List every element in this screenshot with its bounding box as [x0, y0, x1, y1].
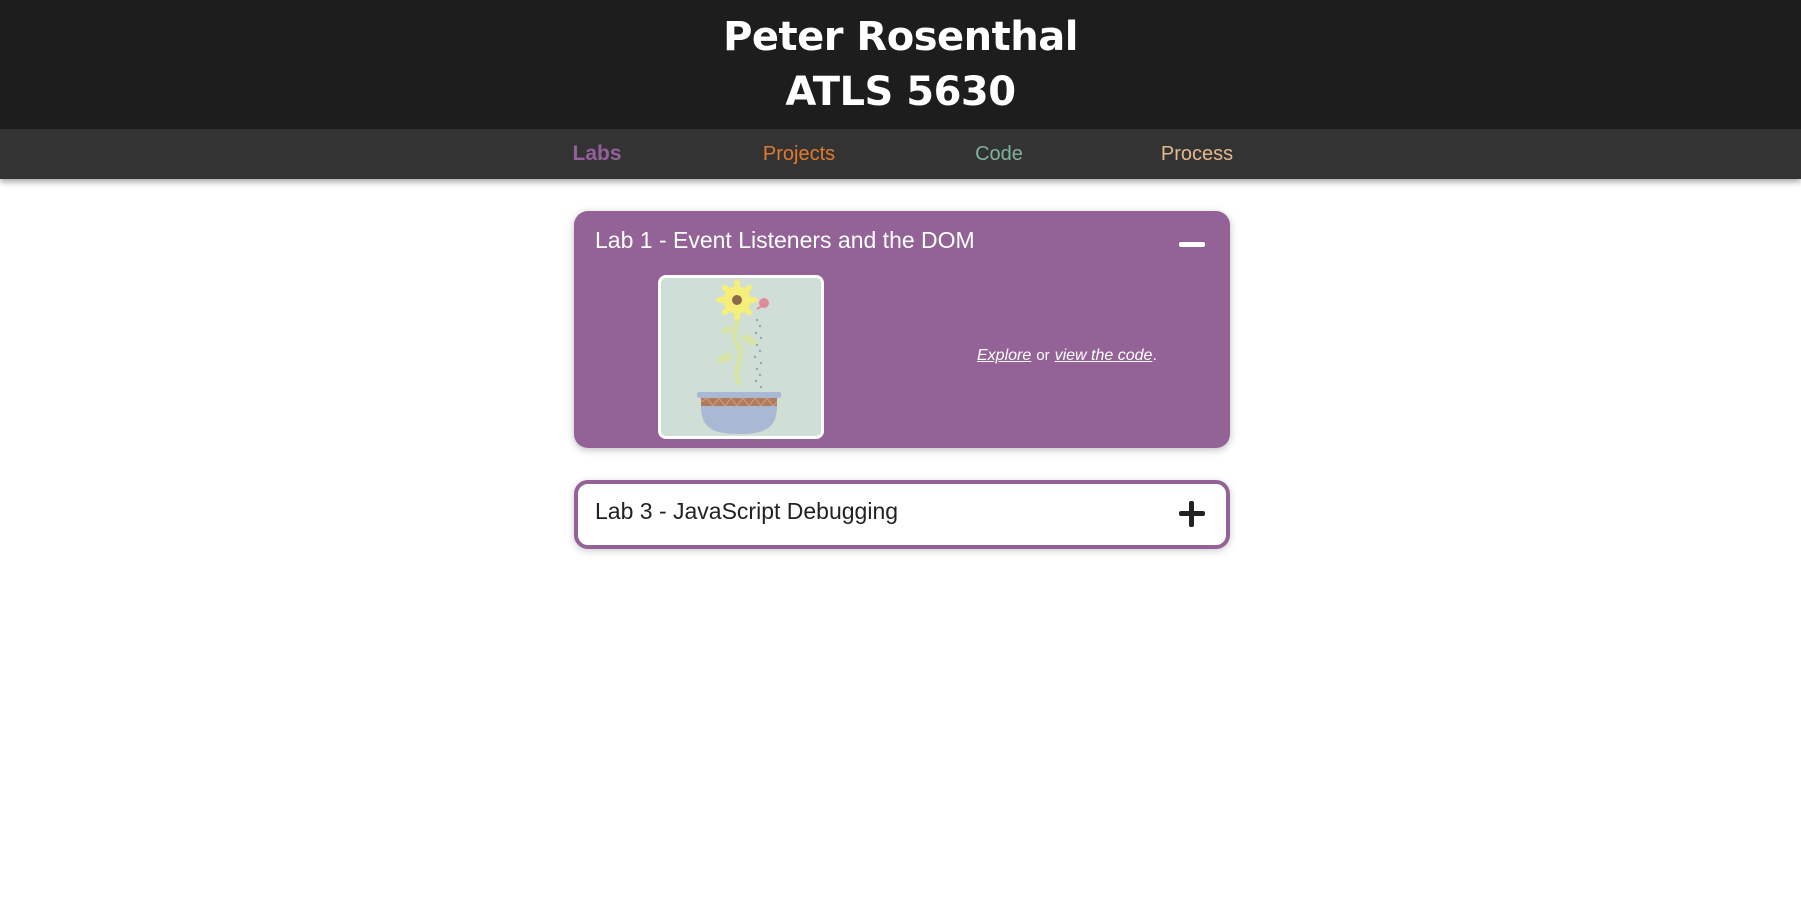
minus-icon[interactable] [1178, 231, 1206, 259]
main-nav: Labs Projects Code Process [0, 129, 1801, 179]
lab-links: Explore or view the code. [977, 347, 1157, 365]
nav-item-projects[interactable]: Projects [763, 129, 835, 179]
site-header: Peter Rosenthal ATLS 5630 [0, 0, 1801, 129]
plus-icon[interactable] [1178, 500, 1206, 528]
view-code-link[interactable]: view the code [1055, 347, 1153, 364]
minus-bar [1179, 242, 1205, 247]
course-title: ATLS 5630 [785, 68, 1016, 115]
sunflower-pot-image [658, 275, 824, 439]
sunflower-illustration [661, 278, 821, 436]
nav-item-process[interactable]: Process [1161, 129, 1233, 179]
site-owner-name: Peter Rosenthal [723, 13, 1078, 60]
nav-item-code[interactable]: Code [975, 129, 1023, 179]
plus-bar-vertical [1189, 501, 1194, 527]
explore-link[interactable]: Explore [977, 347, 1031, 364]
nav-item-labs[interactable]: Labs [572, 129, 621, 179]
links-separator: or [1036, 347, 1050, 364]
lab-card-lab-3: Lab 3 - JavaScript Debugging [574, 480, 1230, 549]
lab-title[interactable]: Lab 3 - JavaScript Debugging [595, 498, 898, 525]
lab-card-lab-1: Lab 1 - Event Listeners and the DOM Expl… [574, 211, 1230, 448]
links-end: . [1152, 347, 1157, 364]
lab-title[interactable]: Lab 1 - Event Listeners and the DOM [595, 227, 975, 254]
